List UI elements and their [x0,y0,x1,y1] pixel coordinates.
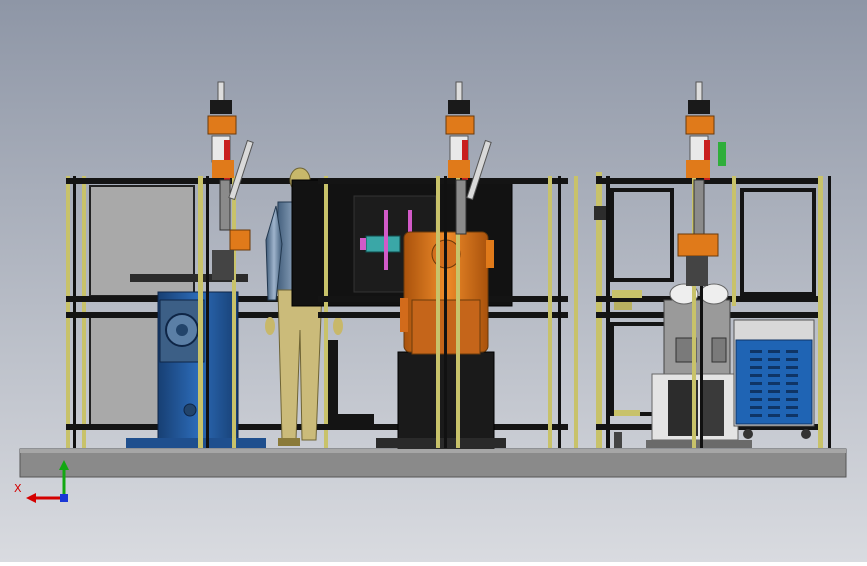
vent-slot [750,374,762,377]
vent-slot [768,398,780,401]
vent-slot [786,366,798,369]
vent-slot [750,382,762,385]
base-plate [19,448,847,478]
vent-slot [786,350,798,353]
power-supply-vents [750,350,798,417]
vent-slot [786,382,798,385]
vent-slot [786,406,798,409]
vent-slot [750,358,762,361]
welding-power-supply [733,319,815,439]
triad-z-axis [60,494,68,502]
vent-slot [750,366,762,369]
vent-slot [768,382,780,385]
vent-slot [768,414,780,417]
vent-slot [786,374,798,377]
vent-slot [768,406,780,409]
vent-slot [786,358,798,361]
vent-slot [768,350,780,353]
vent-slot [768,374,780,377]
vent-slot [750,414,762,417]
vent-slot [786,390,798,393]
vent-slot [750,406,762,409]
vent-slot [750,398,762,401]
vent-slot [750,350,762,353]
triad-x-label: X [14,482,22,495]
vent-slot [786,398,798,401]
vent-slot [768,366,780,369]
vent-slot [768,390,780,393]
cad-viewport[interactable]: X [0,0,867,562]
vent-slot [786,414,798,417]
vent-slot [768,358,780,361]
vent-slot [750,390,762,393]
cad-scene [0,0,867,562]
